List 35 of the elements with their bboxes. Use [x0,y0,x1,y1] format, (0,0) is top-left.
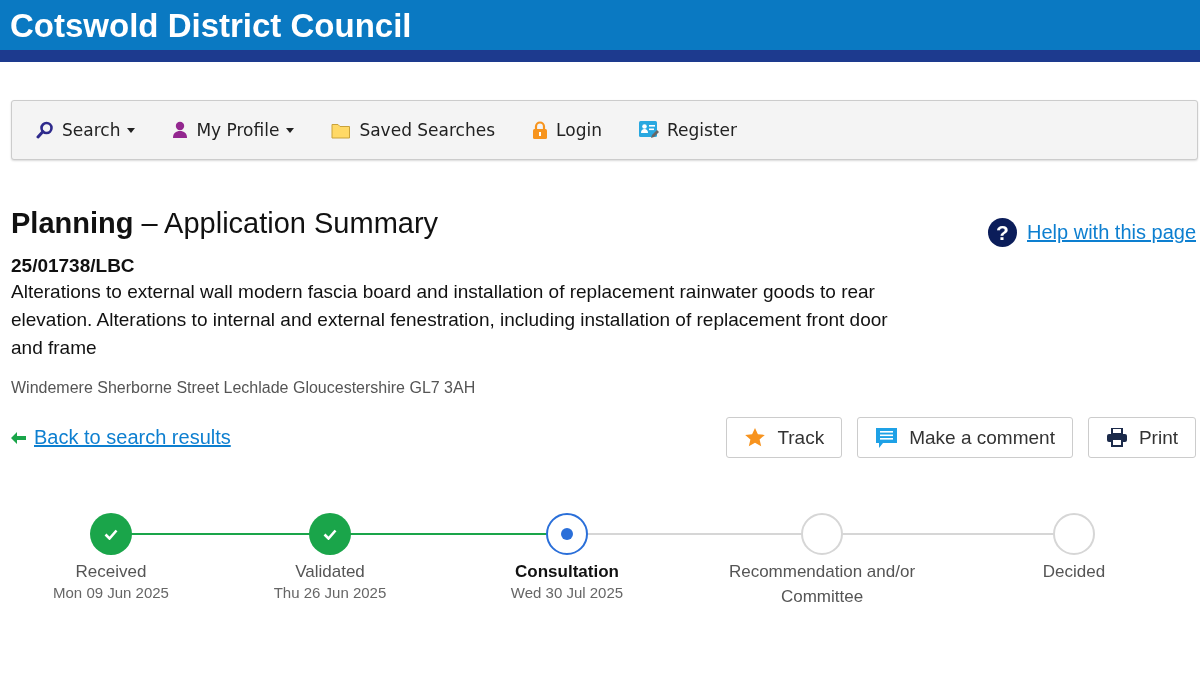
action-button[interactable]: Track [726,417,843,458]
site-title: Cotswold District Council [10,8,412,42]
caret-icon [286,127,295,133]
comment-icon [876,427,898,448]
application-description: Alterations to external wall modern fascia board and installation of replacement rainwater goods to rear elevation. Alterations to internal and external fenestration, including installation of replacement front door and frame [11,280,889,360]
left-arrow-icon [11,431,26,444]
help-icon: ? [988,218,1017,247]
nav-link[interactable]: Saved Searches [331,114,496,146]
back-link[interactable]: Back to search results [34,426,231,449]
step-label: Validated [294,561,366,583]
id-card-icon [638,121,659,139]
page-title: Planning – Application Summary [11,206,439,240]
help-link[interactable]: Help with this page [1027,221,1196,244]
application-reference: 25/01738/LBC [11,255,136,277]
step-date: Thu 26 Jun 2025 [273,584,387,601]
lock-icon [532,120,549,140]
step-label: Received [74,561,148,583]
step-date: Wed 30 Jul 2025 [510,584,624,601]
star-icon [745,428,766,447]
nav-link[interactable]: Login [532,114,602,146]
nav-link[interactable]: My Profile [172,114,295,146]
action-button[interactable]: Make a comment [857,417,1073,458]
nav-link[interactable]: Search [36,114,136,146]
step-date: Mon 09 Jun 2025 [53,584,169,601]
action-button[interactable]: Print [1087,417,1196,458]
caret-icon [127,127,136,133]
application-address: Windemere Sherborne Street Lechlade Gloucestershire GL7 3AH [11,379,477,397]
folder-icon [331,121,352,139]
step-label: Recommendation and/or Committee [727,561,917,608]
search-icon [36,121,54,139]
person-icon [172,121,189,139]
nav-link[interactable]: Register [638,114,737,146]
step-label: Consultation [514,561,620,583]
printer-icon [1106,428,1127,447]
step-label: Decided [1041,561,1107,583]
